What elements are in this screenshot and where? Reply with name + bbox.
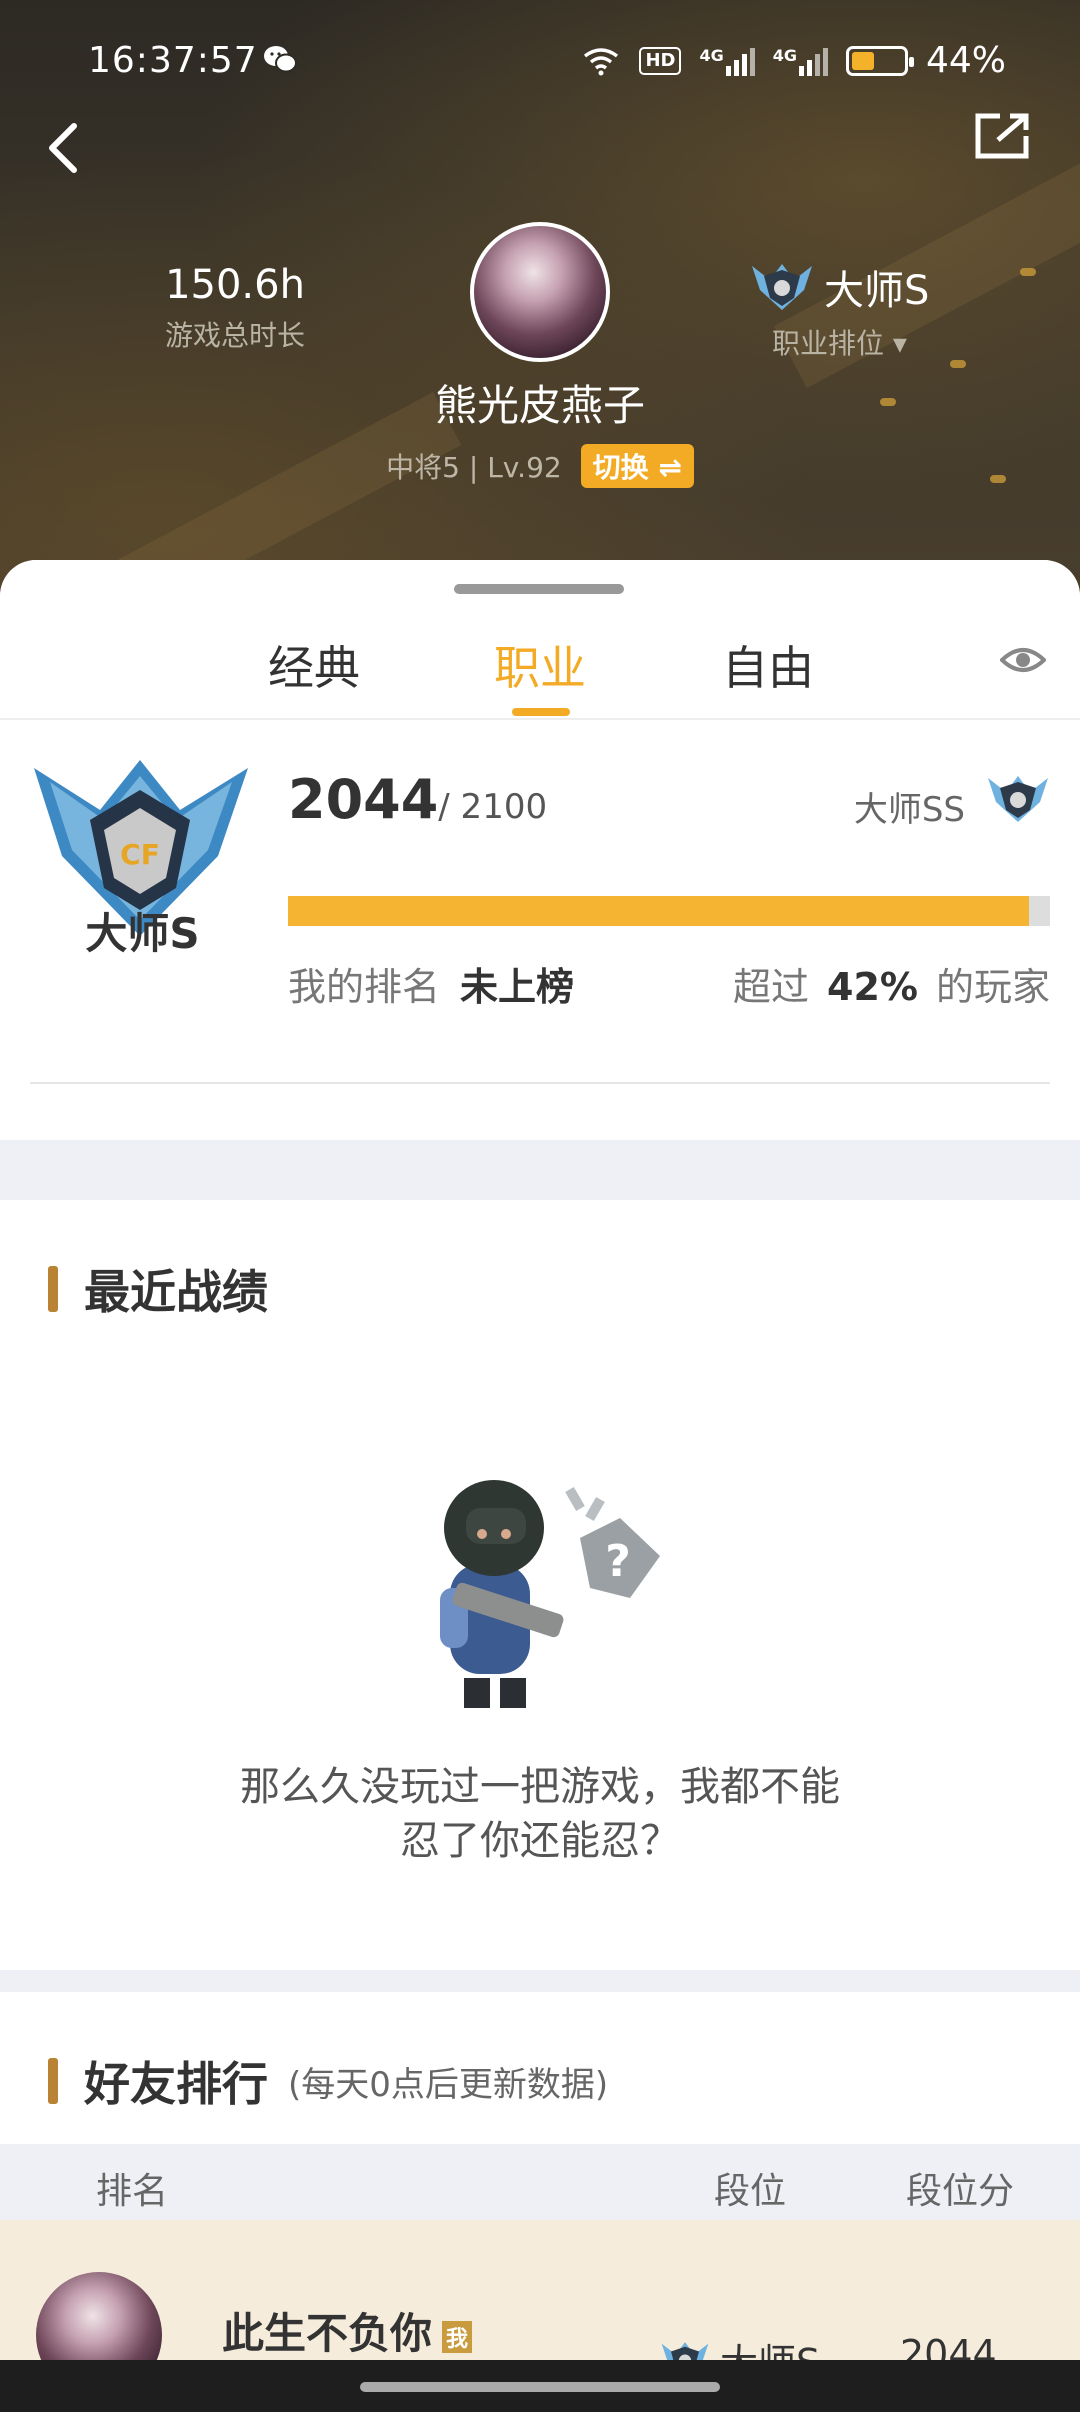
exceed-value: 42% bbox=[827, 965, 918, 1009]
friend-name-text: 此生不负你 bbox=[222, 2309, 433, 2358]
my-rank-value: 未上榜 bbox=[460, 965, 575, 1009]
empty-state-soldier-illustration: ? bbox=[440, 1480, 660, 1708]
network-type-label: 4G bbox=[772, 45, 797, 65]
tier-stat[interactable]: 大师S 职业排位 ▾ bbox=[750, 258, 960, 362]
play-time-value: 150.6h bbox=[165, 262, 305, 308]
recent-title-text: 最近战绩 bbox=[84, 1265, 268, 1319]
score-max: / 2100 bbox=[438, 787, 548, 827]
friends-subtitle: (每天0点后更新数据) bbox=[288, 2064, 609, 2105]
next-tier-name: 大师SS bbox=[853, 790, 965, 830]
tab-pro[interactable]: 职业 bbox=[494, 632, 586, 698]
battery-icon bbox=[845, 45, 914, 76]
eye-icon[interactable] bbox=[1000, 640, 1046, 680]
rank-score: 2044/ 2100 bbox=[288, 768, 547, 831]
home-gesture-bar[interactable] bbox=[360, 2382, 720, 2392]
tier-label[interactable]: 职业排位 ▾ bbox=[772, 322, 960, 362]
sheet-grabber[interactable] bbox=[454, 584, 624, 594]
play-time-label: 游戏总时长 bbox=[164, 319, 305, 352]
hd-badge: HD bbox=[639, 46, 682, 75]
status-time: 16:37:57 bbox=[88, 40, 258, 81]
my-rank-label: 我的排名 bbox=[288, 965, 441, 1009]
next-tier-emblem-icon bbox=[988, 776, 1048, 822]
exceed-prefix: 超过 bbox=[733, 965, 810, 1009]
tier-name-label: 大师S bbox=[85, 909, 200, 958]
me-badge: 我 bbox=[442, 2320, 473, 2353]
friends-ranking-section: 好友排行 (每天0点后更新数据) 排名 段位 段位分 此生不负你我 大师S 20… bbox=[0, 1992, 1080, 2412]
switch-button[interactable]: 切换 ⇌ bbox=[580, 444, 694, 488]
mode-tabs: 经典 职业 自由 bbox=[0, 560, 1080, 720]
status-bar: 16:37:57 HD 4G 4G 44% bbox=[0, 0, 1080, 96]
signal-1: 4G bbox=[699, 45, 755, 76]
col-rank: 排名 bbox=[96, 2171, 169, 2212]
tab-free[interactable]: 自由 bbox=[722, 632, 814, 698]
svg-text:?: ? bbox=[605, 1536, 631, 1587]
battery-level bbox=[851, 51, 874, 70]
divider bbox=[30, 1082, 1050, 1084]
my-rank: 我的排名 未上榜 bbox=[288, 956, 574, 1011]
score-value: 2044 bbox=[288, 768, 439, 831]
signal-icon bbox=[798, 46, 828, 76]
empty-line-2: 忍了你还能忍？ bbox=[400, 1818, 680, 1864]
rank-level-line: 中将5 | Lv.92 切换 ⇌ bbox=[0, 444, 1080, 488]
recent-matches-section: 最近战绩 ? 那么久没玩过一把游戏，我都不能 忍了你还能忍？ bbox=[0, 1200, 1080, 1970]
battery-percent: 44% bbox=[925, 40, 1006, 81]
status-icons: HD 4G 4G 44% bbox=[581, 40, 1006, 81]
wechat-icon bbox=[264, 46, 297, 73]
exceed-players: 超过 42% 的玩家 bbox=[733, 956, 1050, 1011]
play-time-stat: 150.6h 游戏总时长 bbox=[150, 262, 320, 354]
tier-name: 大师S bbox=[824, 268, 930, 314]
background-spark bbox=[1020, 268, 1036, 276]
signal-icon bbox=[725, 46, 755, 76]
content-sheet: 经典 职业 自由 CF 大师S 2044/ 2100 大师SS 我的排名 未上榜… bbox=[0, 560, 1080, 2412]
friends-title-text: 好友排行 bbox=[84, 2057, 268, 2111]
tab-classic[interactable]: 经典 bbox=[268, 632, 360, 698]
rank-level: 中将5 | Lv.92 bbox=[386, 451, 562, 484]
share-icon[interactable] bbox=[974, 112, 1032, 160]
empty-line-1: 那么久没玩过一把游戏，我都不能 bbox=[240, 1764, 840, 1810]
col-score: 段位分 bbox=[906, 2171, 1015, 2212]
section-title-recent: 最近战绩 bbox=[48, 1256, 268, 1322]
player-nickname: 熊光皮燕子 bbox=[434, 381, 645, 430]
profile-header: 16:37:57 HD 4G 4G 44% 150.6h 游戏总时长 熊光皮燕子… bbox=[0, 0, 1080, 600]
signal-2: 4G bbox=[773, 46, 828, 76]
rank-card: CF 大师S 2044/ 2100 大师SS 我的排名 未上榜 超过 42% 的玩家 bbox=[0, 720, 1080, 1140]
rank-progress-fill bbox=[288, 896, 1030, 926]
avatar[interactable] bbox=[470, 222, 610, 362]
back-arrow-icon[interactable] bbox=[40, 118, 90, 178]
svg-text:CF: CF bbox=[120, 838, 160, 871]
friend-name: 此生不负你我 bbox=[222, 2300, 473, 2361]
tier-emblem-icon bbox=[752, 264, 812, 310]
system-nav-bar bbox=[0, 2360, 1080, 2412]
active-tab-indicator bbox=[512, 708, 570, 716]
table-row[interactable]: 此生不负你我 大师S 2044 bbox=[0, 2220, 1080, 2398]
col-tier: 段位 bbox=[714, 2171, 787, 2212]
wifi-icon bbox=[584, 47, 619, 75]
exceed-suffix: 的玩家 bbox=[935, 965, 1050, 1009]
section-title-friends: 好友排行 (每天0点后更新数据) bbox=[48, 2048, 608, 2114]
friends-table-header: 排名 段位 段位分 bbox=[0, 2144, 1080, 2220]
empty-state-message: 那么久没玩过一把游戏，我都不能 忍了你还能忍？ bbox=[180, 1760, 900, 1868]
network-type-label: 4G bbox=[699, 45, 724, 65]
rank-progress-bar bbox=[288, 896, 1050, 926]
